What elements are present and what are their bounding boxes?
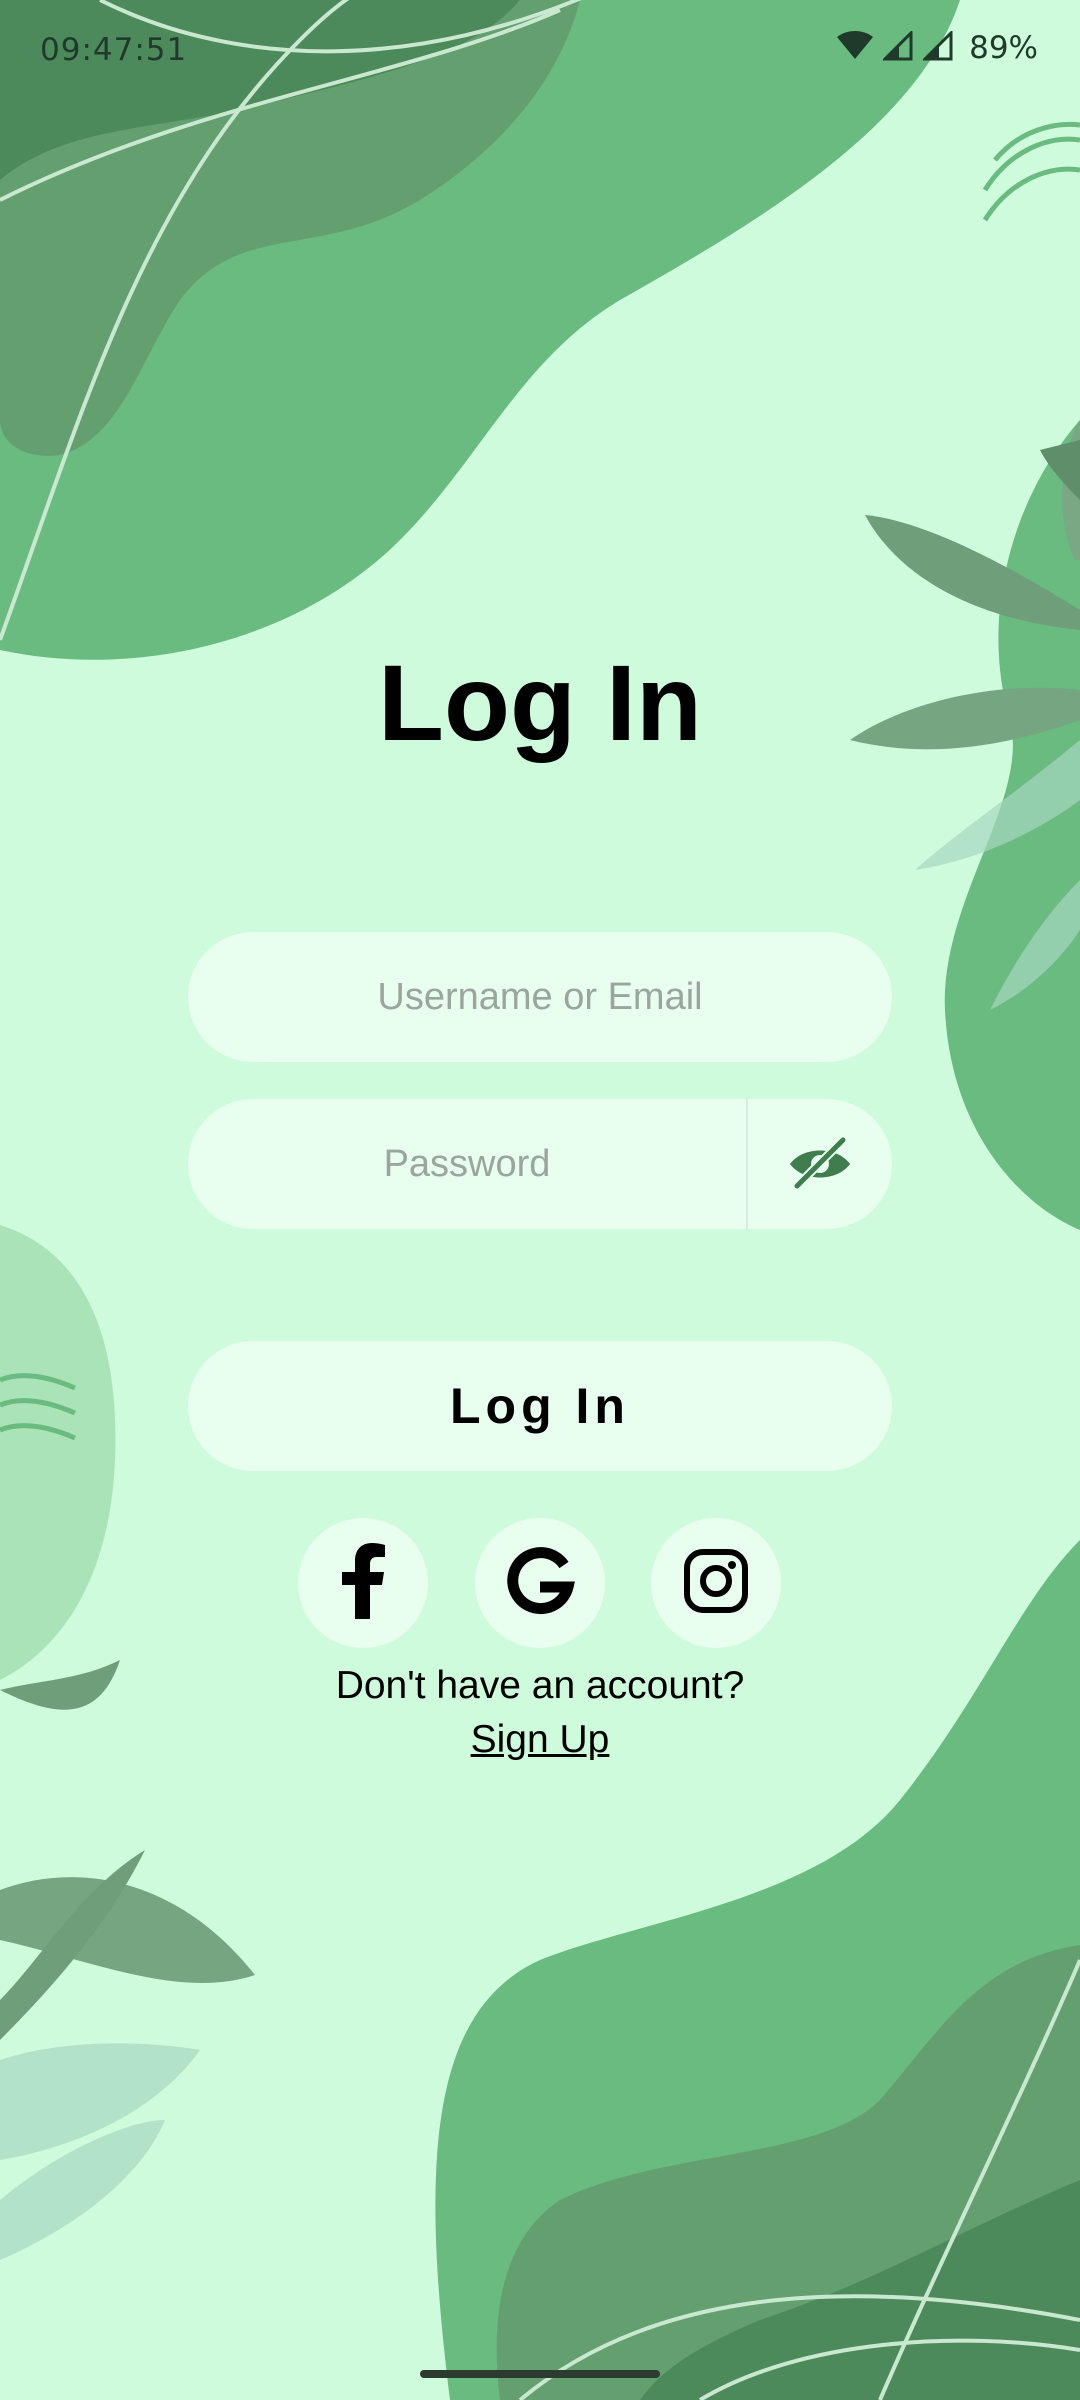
instagram-login-button[interactable] [651, 1518, 781, 1648]
password-field [188, 1099, 892, 1229]
password-input[interactable] [188, 1099, 746, 1229]
status-time: 09:47:51 [40, 32, 188, 68]
instagram-icon [683, 1548, 749, 1619]
cell-signal-icon [921, 28, 953, 66]
login-screen: 09:47:51 89% Log In Username or Email Lo… [0, 0, 1080, 2400]
home-indicator[interactable] [420, 2370, 660, 2378]
username-field [188, 932, 892, 1062]
signup-prompt: Don't have an account? [335, 1664, 745, 1707]
facebook-icon [339, 1542, 387, 1624]
login-button[interactable]: Log In [188, 1341, 892, 1471]
battery-percent: 89% [969, 30, 1038, 66]
wifi-icon [837, 30, 874, 66]
cell-signal-icon [881, 28, 913, 66]
username-input[interactable] [188, 932, 892, 1062]
password-visibility-toggle[interactable] [746, 1099, 892, 1229]
google-login-button[interactable] [475, 1518, 605, 1648]
google-icon [504, 1545, 576, 1622]
eye-off-icon [785, 1132, 855, 1197]
facebook-login-button[interactable] [298, 1518, 428, 1648]
status-icons: 89% [837, 28, 1038, 66]
signup-link[interactable]: Sign Up [0, 1718, 1080, 1762]
page-title: Log In [378, 642, 702, 763]
status-bar: 09:47:51 89% [0, 0, 1080, 110]
